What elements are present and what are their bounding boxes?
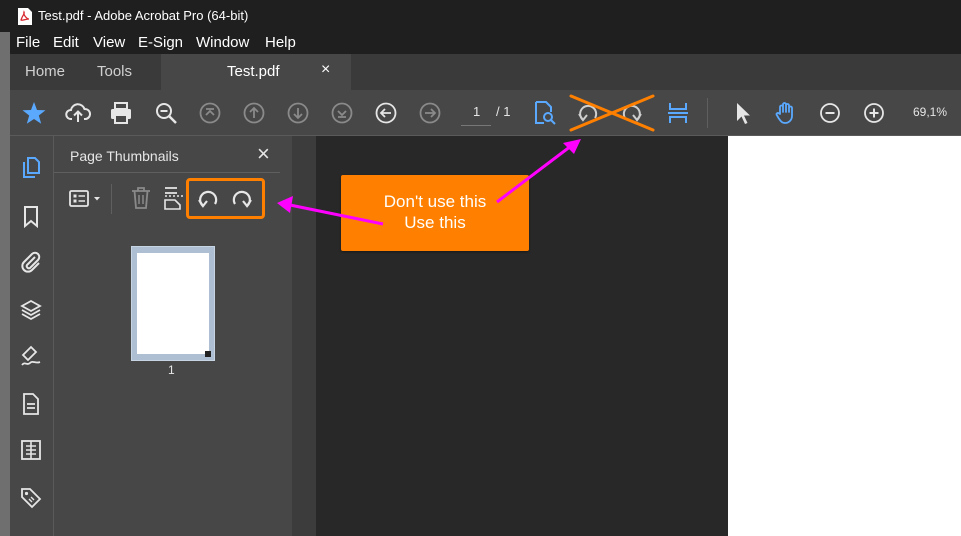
annotation-arrows — [277, 139, 581, 226]
arrow-to-panel-rotate — [289, 203, 384, 226]
arrow-head-icon — [277, 196, 293, 213]
arrow-to-toolbar-rotate — [496, 144, 572, 204]
